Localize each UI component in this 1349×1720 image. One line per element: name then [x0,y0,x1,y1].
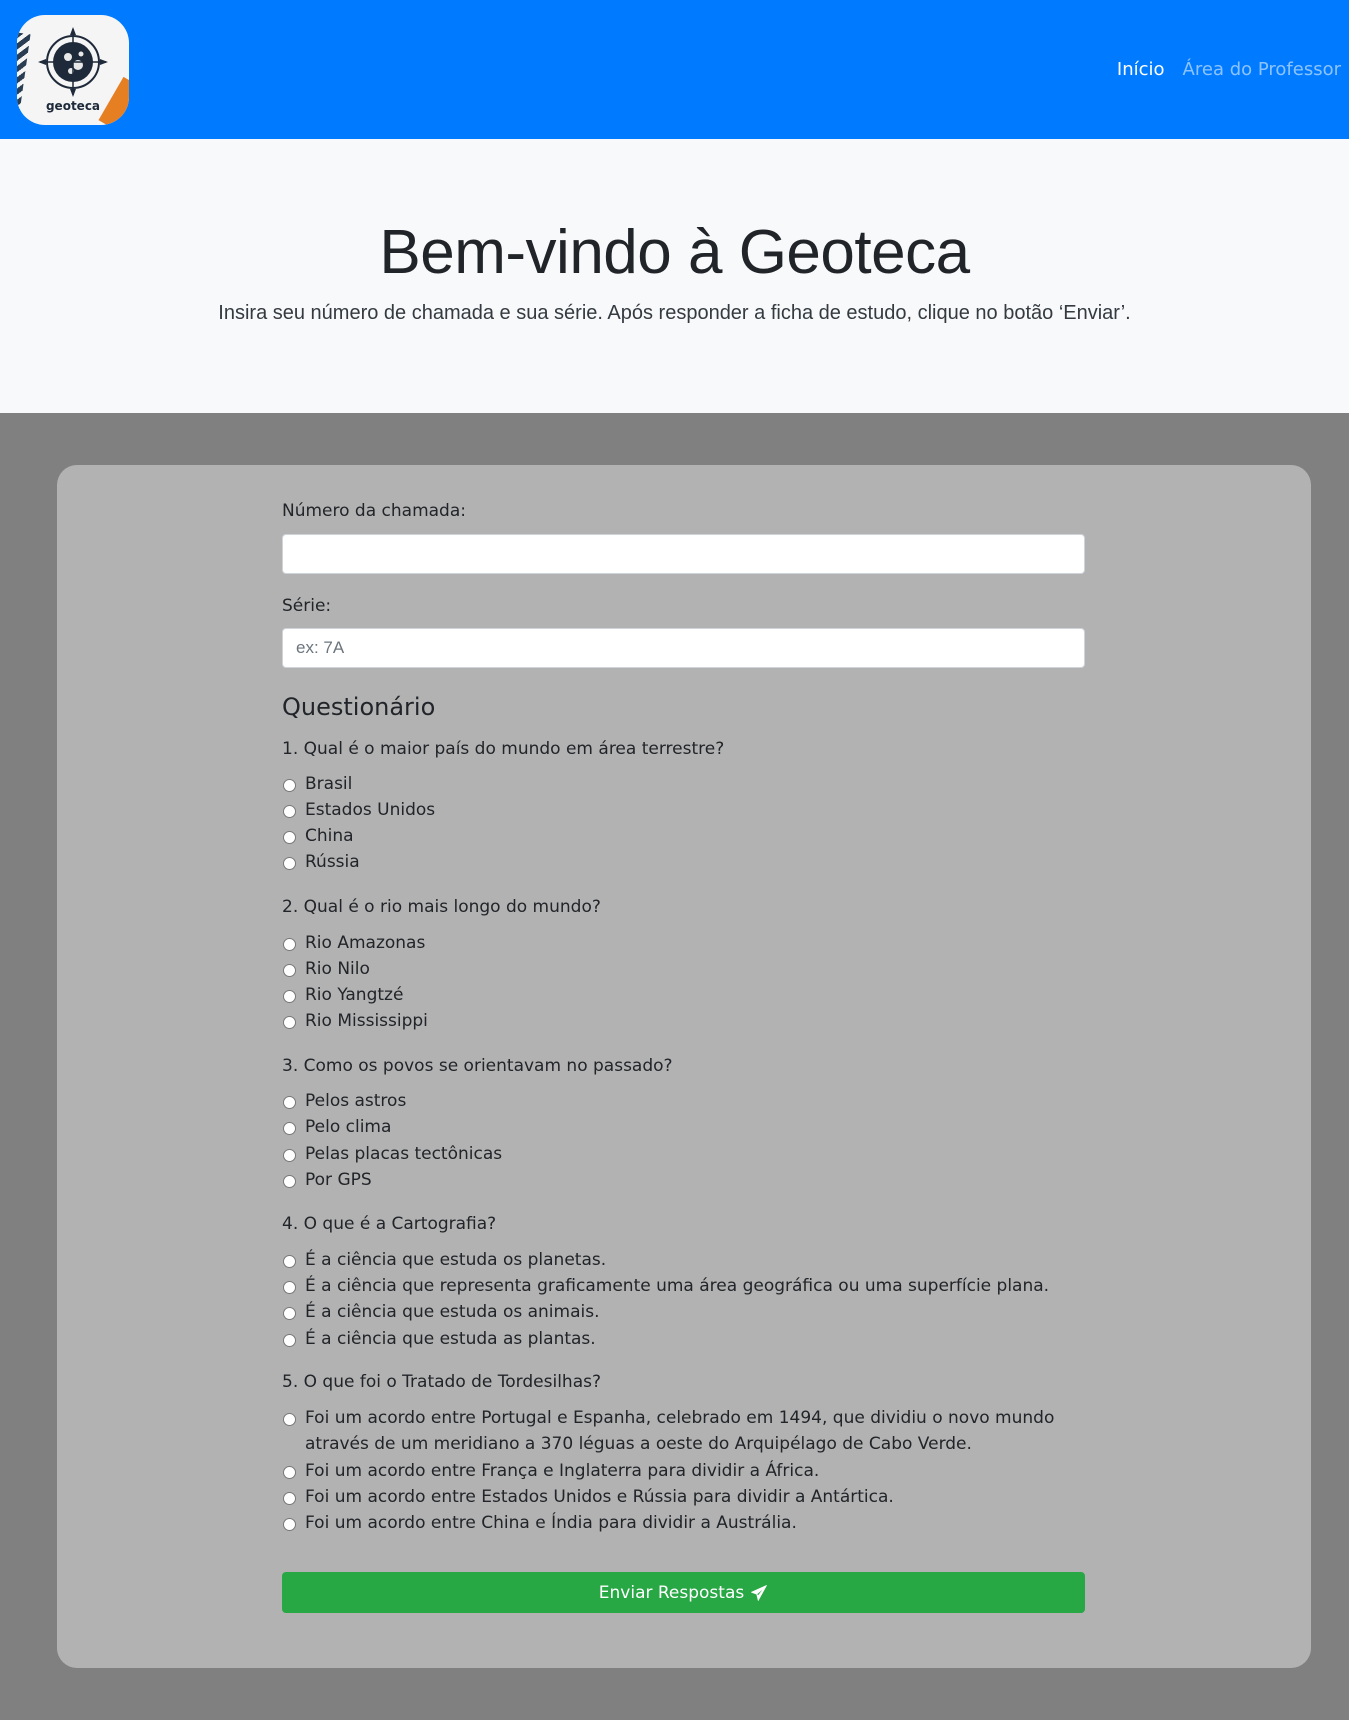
serie-input[interactable] [282,628,1085,668]
q1-option-label: China [305,826,354,846]
q1-option[interactable]: China [282,826,1085,849]
q2-radio[interactable] [283,990,296,1003]
q4-option-label: É a ciência que representa graficamente … [305,1276,1050,1296]
q1-radio[interactable] [283,779,296,792]
q1-option-label: Rússia [305,852,360,872]
q5-radio[interactable] [283,1492,296,1505]
q5-option-label: Foi um acordo entre Portugal e Espanha, … [305,1408,1055,1454]
nav-link-inicio[interactable]: Início [1117,59,1165,80]
navbar: geoteca Início Área do Professor [0,0,1349,139]
q1-option[interactable]: Estados Unidos [282,800,1085,823]
q2-option-label: Rio Nilo [305,959,370,979]
q5-radio[interactable] [283,1518,296,1531]
serie-label: Série: [282,596,332,616]
hero-title: Bem-vindo à Geoteca [379,218,970,287]
q5-radio[interactable] [283,1466,296,1479]
logo-text: geoteca [45,98,101,113]
q5-option[interactable]: Foi um acordo entre Estados Unidos e Rús… [282,1487,1085,1510]
q1-radio[interactable] [283,805,296,818]
paper-plane-icon [751,1584,768,1601]
q5-option[interactable]: Foi um acordo entre França e Inglaterra … [282,1461,1085,1484]
q2-option[interactable]: Rio Yangtzé [282,985,1085,1008]
q5-option-label: Foi um acordo entre França e Inglaterra … [305,1461,820,1481]
q2-option[interactable]: Rio Amazonas [282,933,1085,956]
q1-radio[interactable] [283,831,296,844]
q3-option[interactable]: Pelos astros [282,1091,1085,1114]
q5-radio[interactable] [283,1413,296,1426]
questionario-title: Questionário [282,693,436,721]
question-4: 4. O que é a Cartografia? [282,1214,497,1234]
q2-option[interactable]: Rio Nilo [282,959,1085,982]
q3-radio[interactable] [283,1149,296,1162]
q3-option-label: Pelas placas tectônicas [305,1144,503,1164]
geoteca-logo[interactable]: geoteca [17,14,129,125]
question-1: 1. Qual é o maior país do mundo em área … [282,739,725,759]
q4-radio[interactable] [283,1255,296,1268]
logo-stripe-decoration [17,31,31,114]
q5-option[interactable]: Foi um acordo entre China e Índia para d… [282,1513,1085,1536]
q4-option-label: É a ciência que estuda os planetas. [305,1250,607,1270]
q2-option[interactable]: Rio Mississippi [282,1011,1085,1034]
q4-option[interactable]: É a ciência que representa graficamente … [282,1276,1085,1299]
question-3: 3. Como os povos se orientavam no passad… [282,1056,673,1076]
q2-radio[interactable] [283,964,296,977]
q1-option[interactable]: Rússia [282,852,1085,875]
q3-radio[interactable] [283,1096,296,1109]
q1-radio[interactable] [283,857,296,870]
q2-radio[interactable] [283,1016,296,1029]
q5-option-label: Foi um acordo entre China e Índia para d… [305,1513,797,1533]
q3-option[interactable]: Pelo clima [282,1117,1085,1140]
q3-radio[interactable] [283,1122,296,1135]
q4-option[interactable]: É a ciência que estuda os planetas. [282,1250,1085,1273]
question-2: 2. Qual é o rio mais longo do mundo? [282,897,601,917]
q4-option-label: É a ciência que estuda os animais. [305,1302,600,1322]
hero-subtitle: Insira seu número de chamada e sua série… [218,302,1131,324]
q3-radio[interactable] [283,1175,296,1188]
q5-option-label: Foi um acordo entre Estados Unidos e Rús… [305,1487,894,1507]
q5-option[interactable]: Foi um acordo entre Portugal e Espanha, … [282,1408,1085,1457]
chamada-label: Número da chamada: [282,501,466,521]
q4-option-label: É a ciência que estuda as plantas. [305,1329,596,1349]
q2-option-label: Rio Amazonas [305,933,426,953]
q3-option-label: Pelos astros [305,1091,407,1111]
q2-option-label: Rio Yangtzé [305,985,404,1005]
q3-option[interactable]: Pelas placas tectônicas [282,1144,1085,1167]
q2-radio[interactable] [283,938,296,951]
q3-option-label: Pelo clima [305,1117,392,1137]
compass-globe-icon [38,26,108,97]
hero-section: Bem-vindo à Geoteca Insira seu número de… [0,139,1349,413]
nav-link-area-professor[interactable]: Área do Professor [1183,59,1341,80]
enviar-respostas-button[interactable]: Enviar Respostas [282,1572,1085,1613]
q4-radio[interactable] [283,1334,296,1347]
q1-option[interactable]: Brasil [282,774,1085,797]
submit-label: Enviar Respostas [598,1582,745,1603]
q4-radio[interactable] [283,1281,296,1294]
form-card: Número da chamada: Série: Questionário 1… [57,465,1311,1668]
q4-option[interactable]: É a ciência que estuda as plantas. [282,1329,1085,1352]
q1-option-label: Estados Unidos [305,800,436,820]
question-5: 5. O que foi o Tratado de Tordesilhas? [282,1372,601,1392]
chamada-input[interactable] [282,534,1085,574]
q2-option-label: Rio Mississippi [305,1011,428,1031]
q3-option[interactable]: Por GPS [282,1170,1085,1193]
q1-option-label: Brasil [305,774,353,794]
q4-option[interactable]: É a ciência que estuda os animais. [282,1302,1085,1325]
q4-radio[interactable] [283,1307,296,1320]
q3-option-label: Por GPS [305,1170,372,1190]
nav-links: Início Área do Professor [1117,59,1341,80]
